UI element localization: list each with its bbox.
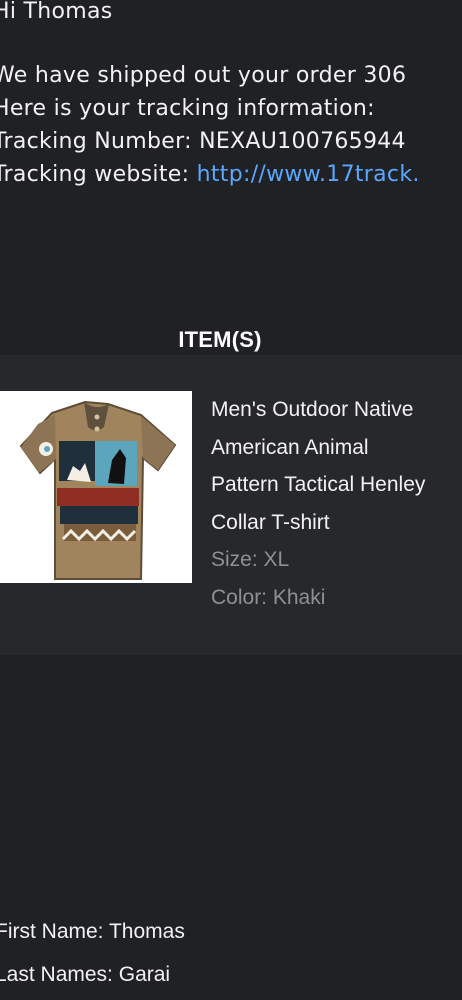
- tracking-number: NEXAU100765944: [199, 129, 406, 154]
- first-name-row: First Name: Thomas: [0, 910, 185, 953]
- button-middle: [94, 426, 100, 432]
- tracking-number-label: Tracking Number:: [0, 129, 192, 154]
- pattern-band-dark: [60, 506, 138, 524]
- product-name-line[interactable]: Collar T-shirt: [211, 504, 462, 542]
- henley-t-shirt-illustration: [0, 391, 192, 583]
- customer-details: First Name: Thomas Last Names: Garai: [0, 910, 185, 996]
- tracking-website-row: Tracking website: http://www.17track.: [0, 162, 420, 187]
- items-heading: ITEM(S): [178, 327, 262, 353]
- tracking-website-label: Tracking website:: [0, 162, 190, 187]
- last-name-value: Garai: [118, 963, 171, 986]
- pattern-band-red: [57, 488, 139, 506]
- product-size-label: Size:: [211, 548, 258, 571]
- shipped-order-text: We have shipped out your order 306: [0, 63, 407, 88]
- sleeve-flower-center: [44, 446, 50, 452]
- first-name-value: Thomas: [108, 920, 185, 943]
- product-color-label: Color:: [211, 585, 268, 609]
- greeting-text: Hi Thomas: [0, 0, 113, 24]
- product-size-value: XL: [263, 548, 290, 571]
- tracking-number-row: Tracking Number: NEXAU100765944: [0, 129, 406, 154]
- tracking-website-link[interactable]: http://www.17track.: [197, 162, 420, 187]
- product-name-line[interactable]: Pattern Tactical Henley: [211, 466, 462, 504]
- product-name-line[interactable]: Men's Outdoor Native: [211, 391, 462, 429]
- shipping-email: Hi Thomas We have shipped out your order…: [0, 0, 462, 1000]
- last-name-row: Last Names: Garai: [0, 953, 185, 996]
- tracking-intro-text: Here is your tracking information:: [0, 96, 375, 121]
- product-details: Men's Outdoor Native American Animal Pat…: [211, 391, 462, 616]
- button-top: [94, 414, 100, 420]
- last-name-label: Last Names:: [0, 963, 113, 986]
- henley-t-shirt-product-photo[interactable]: [0, 391, 192, 583]
- product-name-line[interactable]: American Animal: [211, 429, 462, 467]
- product-color: Color: Khaki: [211, 579, 462, 617]
- first-name-label: First Name:: [0, 920, 104, 943]
- product-color-value: Khaki: [272, 585, 326, 609]
- order-item-card: Men's Outdoor Native American Animal Pat…: [0, 355, 462, 655]
- product-size: Size: XL: [211, 541, 462, 579]
